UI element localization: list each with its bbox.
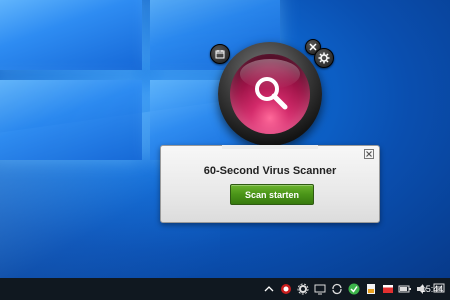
panel-title: 60-Second Virus Scanner — [203, 165, 337, 177]
magnifier-icon — [255, 77, 288, 110]
settings-button[interactable] — [314, 48, 334, 68]
sync-icon[interactable] — [330, 282, 344, 296]
flag-icon[interactable] — [381, 282, 395, 296]
scan-orb-button[interactable] — [230, 54, 310, 134]
battery-icon[interactable] — [398, 282, 412, 296]
virus-scanner-gadget — [206, 38, 338, 148]
gear-icon — [318, 52, 330, 64]
calendar-icon — [215, 50, 225, 59]
chevron-up-icon[interactable] — [262, 282, 276, 296]
taskbar: 15:44 — [0, 278, 450, 300]
scanner-info-panel: 60-Second Virus Scanner Scan starten — [160, 145, 380, 223]
security-shield-icon[interactable] — [279, 282, 293, 296]
settings-icon[interactable] — [296, 282, 310, 296]
taskbar-clock[interactable]: 15:44 — [420, 278, 444, 300]
close-icon[interactable] — [364, 149, 374, 159]
close-icon — [309, 43, 317, 51]
document-icon[interactable] — [364, 282, 378, 296]
desktop-wallpaper: 60-Second Virus Scanner Scan starten — [0, 0, 450, 278]
network-monitor-icon[interactable] — [313, 282, 327, 296]
calendar-button[interactable] — [210, 44, 230, 64]
scan-start-button[interactable]: Scan starten — [230, 184, 314, 205]
green-app-icon[interactable] — [347, 282, 361, 296]
